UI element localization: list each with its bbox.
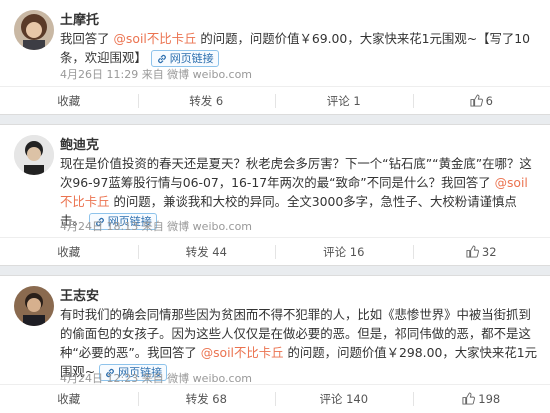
- like-button[interactable]: 6: [412, 87, 550, 114]
- like-count: 198: [478, 391, 501, 406]
- post-actions: 收藏 转发 44 评论 16 32: [0, 237, 550, 265]
- post-meta: 4月24日 18:13 来自 微博 weibo.com: [60, 220, 253, 233]
- favorite-button[interactable]: 收藏: [0, 385, 138, 412]
- web-link-label: 网页链接: [169, 52, 214, 65]
- thumb-up-icon: [462, 392, 476, 405]
- comment-button[interactable]: 评论 1: [275, 87, 413, 114]
- favorite-button[interactable]: 收藏: [0, 87, 138, 114]
- comment-button[interactable]: 评论 140: [275, 385, 413, 412]
- post-author[interactable]: 王志安: [60, 285, 99, 304]
- thumb-up-icon: [466, 245, 479, 258]
- post-card: 鲍迪克 现在是价值投资的春天还是夏天？秋老虎会多厉害？下一个“钻石底”“黄金底”…: [0, 124, 550, 266]
- like-count: 6: [485, 93, 493, 108]
- like-button[interactable]: 198: [412, 385, 550, 412]
- post-actions: 收藏 转发 68 评论 140 198: [0, 384, 550, 412]
- post-card: 土摩托 我回答了 @soil不比卡丘 的问题，问题价值￥69.00，大家快来花1…: [0, 0, 550, 115]
- link-chain-icon: [157, 54, 166, 63]
- avatar[interactable]: [14, 10, 54, 50]
- repost-button[interactable]: 转发 44: [137, 238, 276, 265]
- post-card: 王志安 有时我们的确会同情那些因为贫困而不得不犯罪的人，比如《悲惨世界》中被当街…: [0, 275, 550, 413]
- avatar[interactable]: [14, 135, 54, 175]
- repost-button[interactable]: 转发 6: [137, 87, 276, 114]
- repost-button[interactable]: 转发 68: [137, 385, 276, 412]
- post-text-body: 我回答了: [60, 31, 114, 46]
- post-text: 我回答了 @soil不比卡丘 的问题，问题价值￥69.00，大家快来花1元围观~…: [60, 29, 538, 67]
- post-author[interactable]: 鲍迪克: [60, 134, 99, 153]
- post-text-body: 现在是价值投资的春天还是夏天？秋老虎会多厉害？下一个“钻石底”“黄金底”在哪？这…: [60, 156, 532, 190]
- avatar[interactable]: [14, 286, 54, 326]
- mention-link[interactable]: @soil不比卡丘: [201, 345, 284, 360]
- post-actions: 收藏 转发 6 评论 1 6: [0, 86, 550, 114]
- favorite-button[interactable]: 收藏: [0, 238, 138, 265]
- mention-link[interactable]: @soil不比卡丘: [114, 31, 197, 46]
- web-link-button[interactable]: 网页链接: [150, 50, 219, 67]
- post-author[interactable]: 土摩托: [60, 9, 99, 28]
- like-button[interactable]: 32: [412, 238, 550, 265]
- thumb-up-icon: [470, 94, 483, 107]
- like-count: 32: [481, 244, 497, 259]
- post-meta: 4月26日 11:29 来自 微博 weibo.com: [60, 68, 253, 81]
- comment-button[interactable]: 评论 16: [275, 238, 413, 265]
